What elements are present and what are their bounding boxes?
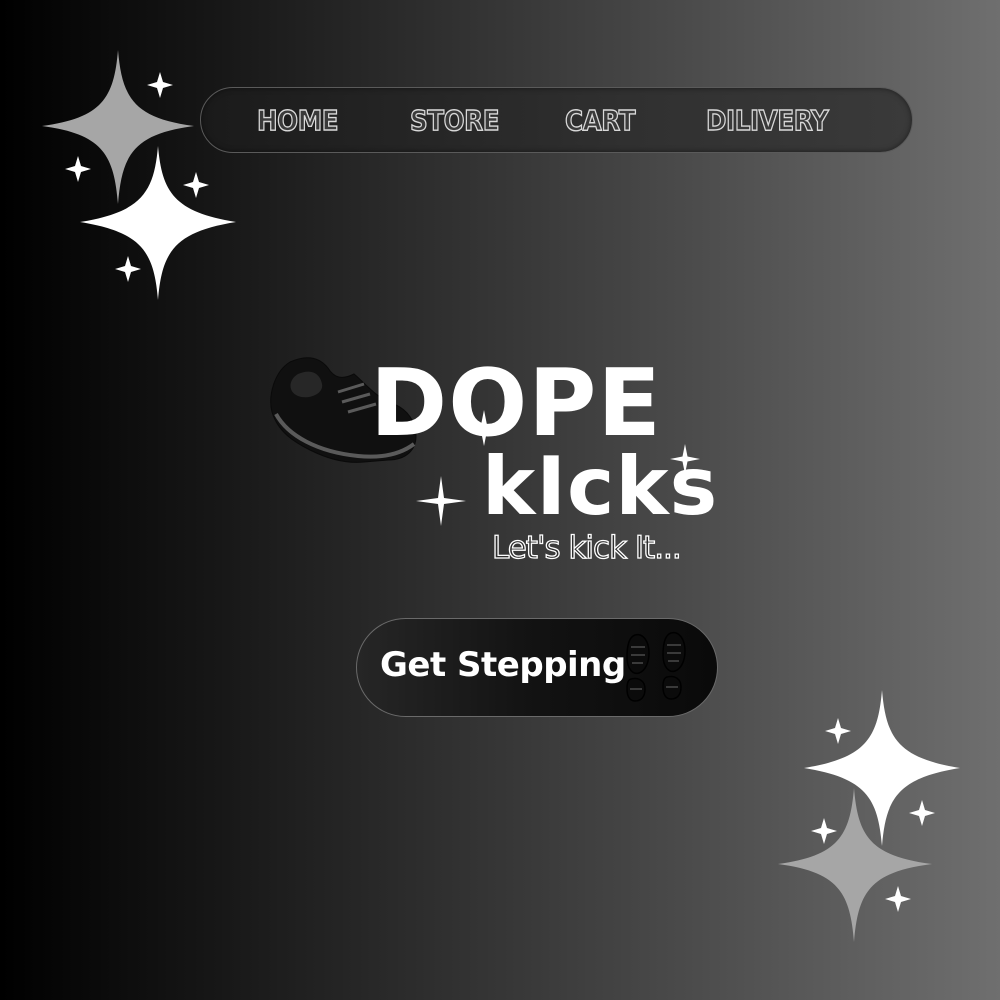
hero-tagline: Let's kick It... bbox=[491, 529, 682, 566]
footprints-icon bbox=[626, 631, 686, 702]
sparkle-icon bbox=[885, 886, 911, 912]
sparkle-cluster-top-left bbox=[42, 50, 236, 300]
sparkle-icon bbox=[416, 476, 466, 526]
nav-item-store[interactable]: STORE bbox=[409, 103, 500, 137]
sparkle-icon bbox=[778, 788, 932, 942]
sparkle-icon bbox=[65, 156, 91, 182]
hero-title-line1: DOPE bbox=[370, 349, 662, 457]
sparkle-cluster-bottom-right bbox=[778, 690, 960, 942]
sparkle-icon bbox=[825, 718, 851, 744]
sparkle-icon bbox=[804, 690, 960, 846]
nav-item-home[interactable]: HOME bbox=[256, 103, 339, 137]
sparkle-icon bbox=[42, 50, 194, 204]
sparkle-icon bbox=[466, 410, 502, 446]
sparkle-icon bbox=[909, 800, 935, 826]
sparkle-icon bbox=[147, 72, 173, 98]
cta-label: Get Stepping bbox=[380, 645, 626, 685]
sparkle-icon bbox=[670, 444, 700, 474]
nav-bar: HOME STORE CART DILIVERY bbox=[200, 87, 913, 153]
sparkle-icon bbox=[183, 172, 209, 198]
nav-item-delivery[interactable]: DILIVERY bbox=[705, 103, 829, 137]
sparkle-icon bbox=[80, 146, 236, 300]
nav-item-cart[interactable]: CART bbox=[564, 103, 636, 137]
get-stepping-button[interactable]: Get Stepping bbox=[356, 618, 718, 717]
sparkle-icon bbox=[811, 818, 837, 844]
sparkle-icon bbox=[115, 256, 141, 282]
